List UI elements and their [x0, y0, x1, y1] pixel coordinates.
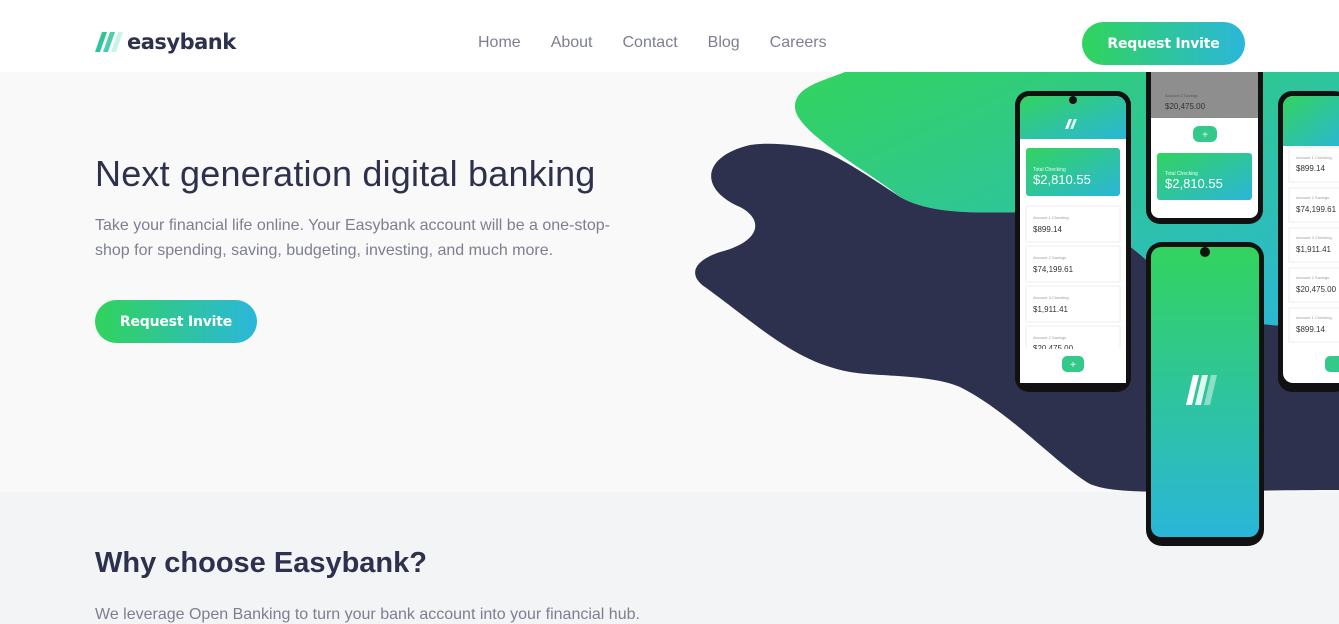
why-title: Why choose Easybank?	[95, 547, 427, 579]
main-nav: Home About Contact Blog Careers	[478, 34, 827, 52]
brand-logo[interactable]: easybank	[95, 31, 236, 53]
slash-stripes-icon	[95, 32, 123, 52]
header-request-invite-button[interactable]: Request Invite	[1082, 22, 1245, 65]
why-description: We leverage Open Banking to turn your ba…	[95, 606, 640, 623]
nav-home[interactable]: Home	[478, 34, 521, 52]
nav-contact[interactable]: Contact	[623, 34, 678, 52]
site-header: easybank Home About Contact Blog Careers…	[0, 0, 1339, 72]
nav-careers[interactable]: Careers	[770, 34, 827, 52]
hero-title: Next generation digital banking	[95, 153, 596, 194]
nav-about[interactable]: About	[551, 34, 593, 52]
nav-blog[interactable]: Blog	[708, 34, 740, 52]
brand-name: easybank	[127, 30, 236, 54]
hero-request-invite-button[interactable]: Request Invite	[95, 300, 257, 343]
hero-section: Next generation digital banking Take you…	[0, 72, 1339, 492]
hero-description: Take your financial life online. Your Ea…	[95, 217, 610, 259]
hero-background-illustration	[695, 72, 1339, 492]
